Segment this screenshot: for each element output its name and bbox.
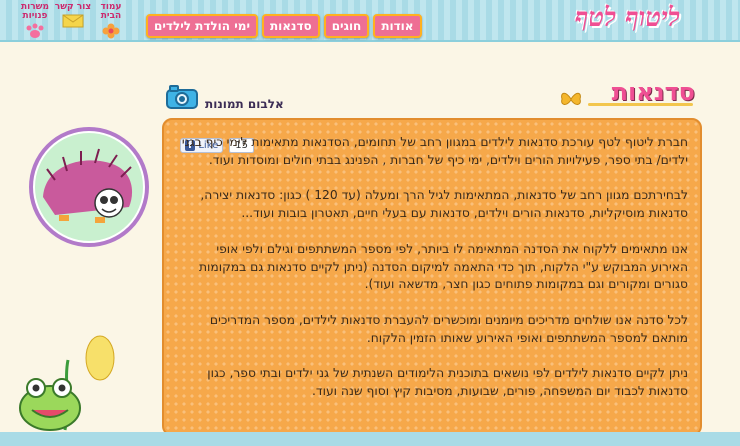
envelope-icon [62, 14, 84, 28]
photo-album-label: אלבום תמונות [205, 97, 284, 111]
jobs-link[interactable]: משרות פנויות [16, 3, 54, 43]
frog-mascot [19, 335, 115, 431]
nav-about[interactable]: אודות [373, 14, 422, 38]
paragraph: לכל סדנה אנו שולחים מדריכים מיומנים ומוכ… [209, 312, 688, 345]
title-underline [588, 103, 693, 106]
contact-label: צור קשר [54, 2, 92, 12]
paragraph: חברת ליטוף לטף עורכת סדנאות לילדים במגוו… [181, 135, 688, 167]
butterfly-icon [561, 92, 581, 105]
paragraph: ניתן לקיים סדנאות לילדים לפי נושאים בתוכ… [207, 366, 688, 399]
site-logo[interactable]: ליטוף לטף [575, 3, 680, 33]
paragraph: לבחירתכם מגוון רחב של סדנאות, המתאימות ל… [200, 188, 688, 221]
camera-icon [166, 85, 198, 109]
paragraph: אנו מתאימים ללקוח את הסדנה המתאימה לו בי… [198, 241, 688, 292]
nav-classes[interactable]: חוגים [323, 14, 370, 38]
home-label: עמוד הבית [100, 2, 122, 21]
nav-birthdays[interactable]: ימי הולדת לילדים [146, 14, 258, 38]
photo-album-link[interactable]: אלבום תמונות [165, 83, 284, 111]
footer-bar [0, 432, 740, 446]
article-text: חברת ליטוף לטף עורכת סדנאות לילדים במגוו… [178, 134, 688, 419]
contact-link[interactable]: צור קשר [54, 3, 92, 32]
home-link[interactable]: עמוד הבית [92, 3, 130, 43]
jobs-label: משרות פנויות [21, 2, 49, 21]
page-title: סדנאות [611, 78, 695, 106]
hedgehog-mascot [29, 127, 149, 247]
nav-workshops[interactable]: סדנאות [261, 14, 320, 38]
main-nav: אודות חוגים סדנאות ימי הולדת לילדים [146, 14, 422, 38]
flower-icon [102, 23, 120, 39]
paw-icon [26, 23, 44, 38]
